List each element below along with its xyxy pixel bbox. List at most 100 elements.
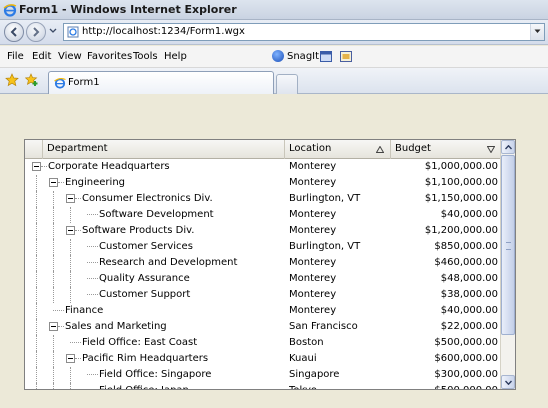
cell-budget: $1,000,000.00	[424, 161, 498, 172]
title-bar: Form1 - Windows Internet Explorer	[0, 0, 548, 20]
menu-view[interactable]: View	[58, 51, 82, 62]
address-bar	[0, 20, 548, 45]
cell-budget: $40,000.00	[440, 305, 498, 316]
collapse-toggle-icon[interactable]	[66, 194, 75, 203]
table-row[interactable]: Field Office: Singapore Singapore $300,000…	[25, 367, 502, 383]
url-input[interactable]	[82, 26, 502, 37]
tree-connector-line	[53, 310, 64, 311]
table-row[interactable]: Quality Assurance Monterey $48,000.00	[25, 271, 502, 287]
sort-ascending-icon	[376, 146, 384, 153]
table-row[interactable]: Sales and Marketing San Francisco $22,000.…	[25, 319, 502, 335]
capture-region-icon[interactable]	[340, 51, 352, 62]
favorites-star-icon[interactable]	[5, 73, 19, 87]
tree-connector-line	[36, 175, 37, 191]
collapse-toggle-icon[interactable]	[32, 162, 41, 171]
tree-connector-line	[53, 223, 54, 239]
tree-connector-line	[87, 294, 98, 295]
ie-page-icon	[54, 77, 66, 89]
header-location[interactable]: Location	[285, 140, 391, 159]
tab-form1[interactable]: Form1	[48, 71, 274, 94]
table-row[interactable]: Consumer Electronics Div. Burlington, VT $…	[25, 191, 502, 207]
menu-favorites[interactable]: Favorites	[87, 51, 132, 62]
capture-window-icon[interactable]	[320, 51, 332, 62]
scroll-down-button[interactable]	[501, 375, 515, 389]
header-budget-label: Budget	[395, 143, 431, 154]
department-name: Research and Development	[99, 257, 238, 268]
tree-connector-line	[36, 335, 37, 351]
table-row[interactable]: Engineering Monterey $1,100,000.00	[25, 175, 502, 191]
collapse-toggle-icon[interactable]	[66, 354, 75, 363]
tree-connector-line	[41, 166, 47, 167]
department-name: Software Products Div.	[82, 225, 195, 236]
header-row-selector	[25, 140, 43, 159]
department-name: Sales and Marketing	[65, 321, 167, 332]
cell-budget: $48,000.00	[440, 273, 498, 284]
collapse-toggle-icon[interactable]	[49, 178, 58, 187]
tree-connector-line	[87, 262, 98, 263]
address-field[interactable]	[63, 23, 545, 41]
tree-connector-line	[53, 351, 54, 367]
back-button[interactable]	[4, 22, 24, 42]
tree-connector-line	[36, 191, 37, 207]
tree-connector-line	[70, 342, 81, 343]
tree-connector-line	[70, 255, 71, 271]
cell-budget: $1,150,000.00	[424, 193, 498, 204]
collapse-toggle-icon[interactable]	[66, 226, 75, 235]
cell-budget: $22,000.00	[440, 321, 498, 332]
department-name: Pacific Rim Headquarters	[82, 353, 209, 364]
sort-descending-icon	[487, 146, 495, 153]
menu-tools[interactable]: Tools	[133, 51, 158, 62]
snagit-icon	[272, 50, 284, 62]
cell-department: Customer Support	[25, 287, 285, 303]
department-name: Finance	[65, 305, 104, 316]
tree-connector-line	[36, 223, 37, 239]
chevron-down-icon	[505, 380, 512, 385]
cell-department: Sales and Marketing	[25, 319, 285, 335]
table-row[interactable]: Field Office: East Coast Boston $500,000.0…	[25, 335, 502, 351]
tree-connector-line	[75, 230, 81, 231]
address-dropdown-button[interactable]	[530, 24, 544, 40]
scroll-up-button[interactable]	[501, 140, 515, 154]
menu-edit[interactable]: Edit	[32, 51, 51, 62]
menu-help[interactable]: Help	[164, 51, 187, 62]
table-row[interactable]: Research and Development Monterey $460,000…	[25, 255, 502, 271]
table-row[interactable]: Customer Services Burlington, VT $850,000.…	[25, 239, 502, 255]
cell-department: Corporate Headquarters	[25, 159, 285, 175]
table-row[interactable]: Software Products Div. Monterey $1,200,000…	[25, 223, 502, 239]
forward-button[interactable]	[26, 22, 46, 42]
tree-connector-line	[53, 271, 54, 287]
history-dropdown-icon[interactable]	[49, 28, 57, 34]
department-name: Customer Services	[99, 241, 193, 252]
tree-connector-line	[70, 367, 71, 383]
scroll-thumb[interactable]	[501, 155, 515, 335]
header-location-label: Location	[289, 143, 332, 154]
new-tab-button[interactable]	[276, 74, 298, 94]
table-row[interactable]: Pacific Rim Headquarters Kuaui $600,000.00	[25, 351, 502, 367]
vertical-scrollbar[interactable]	[500, 140, 515, 389]
cell-location: Monterey	[289, 161, 337, 172]
menu-file[interactable]: File	[7, 51, 24, 62]
header-budget[interactable]: Budget	[391, 140, 502, 159]
header-department[interactable]: Department	[43, 140, 285, 159]
tree-grid[interactable]: Department Location Budget Corporate Hea…	[24, 139, 516, 390]
department-name: Software Development	[99, 209, 214, 220]
cell-department: Field Office: East Coast	[25, 335, 285, 351]
page-icon	[67, 26, 79, 38]
collapse-toggle-icon[interactable]	[49, 322, 58, 331]
page-content: Department Location Budget Corporate Hea…	[0, 95, 548, 408]
cell-budget: $850,000.00	[434, 241, 498, 252]
tree-connector-line	[36, 271, 37, 287]
table-row[interactable]: Customer Support Monterey $38,000.00	[25, 287, 502, 303]
add-favorite-icon[interactable]	[25, 73, 39, 87]
tree-connector-line	[53, 207, 54, 223]
tree-connector-line	[87, 278, 98, 279]
table-row[interactable]: Finance Monterey $40,000.00	[25, 303, 502, 319]
cell-department: Field Office: Singapore	[25, 367, 285, 383]
table-row[interactable]: Field Office: Japan Tokyo$500,000.00	[25, 383, 502, 389]
cell-department: Pacific Rim Headquarters	[25, 351, 285, 367]
cell-budget: $38,000.00	[440, 289, 498, 300]
tree-connector-line	[70, 239, 71, 255]
table-row[interactable]: Software Development Monterey $40,000.00	[25, 207, 502, 223]
department-name: Consumer Electronics Div.	[82, 193, 213, 204]
table-row[interactable]: Corporate Headquarters Monterey $1,000,000…	[25, 159, 502, 175]
